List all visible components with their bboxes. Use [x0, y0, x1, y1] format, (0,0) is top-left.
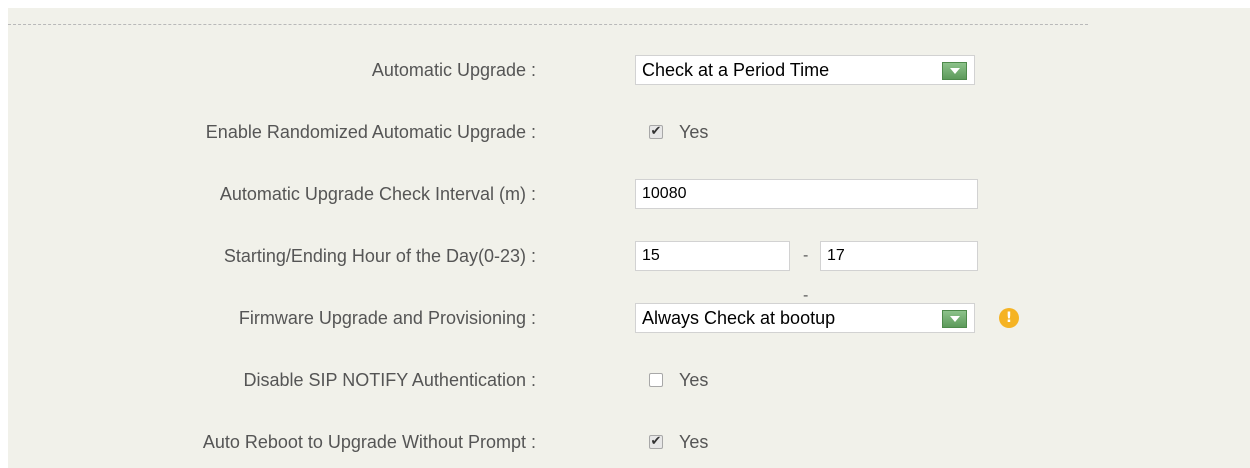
check-interval-row: Automatic Upgrade Check Interval (m) :	[8, 174, 1250, 214]
disable-sip-notify-row: Disable SIP NOTIFY Authentication : Yes	[8, 360, 1250, 400]
hour-range-separator: --	[803, 247, 809, 304]
firmware-provisioning-select[interactable]: Always Check at bootup	[635, 303, 975, 333]
auto-reboot-yes-label: Yes	[679, 432, 709, 452]
firmware-provisioning-row: Firmware Upgrade and Provisioning : Alwa…	[8, 298, 1250, 338]
exclamation-circle-icon[interactable]: !	[999, 308, 1019, 328]
auto-reboot-checkbox[interactable]: ✔	[649, 435, 663, 449]
dropdown-arrow-icon[interactable]	[942, 62, 967, 80]
section-divider	[8, 24, 1088, 25]
randomized-upgrade-yes-label: Yes	[679, 122, 709, 142]
check-interval-input[interactable]	[635, 179, 978, 209]
randomized-upgrade-checkbox[interactable]: ✔	[649, 125, 663, 139]
dropdown-arrow-icon[interactable]	[942, 310, 967, 328]
auto-reboot-row: Auto Reboot to Upgrade Without Prompt : …	[8, 422, 1250, 462]
randomized-upgrade-label: Enable Randomized Automatic Upgrade :	[205, 122, 536, 142]
hour-range-row: Starting/Ending Hour of the Day(0-23) : …	[8, 236, 1250, 304]
auto-reboot-label: Auto Reboot to Upgrade Without Prompt :	[202, 432, 536, 452]
hour-range-label: Starting/Ending Hour of the Day(0-23) :	[223, 246, 536, 266]
automatic-upgrade-row: Automatic Upgrade : Check at a Period Ti…	[8, 50, 1250, 90]
disable-sip-notify-label: Disable SIP NOTIFY Authentication :	[243, 370, 536, 390]
disable-sip-notify-checkbox[interactable]	[649, 373, 663, 387]
firmware-provisioning-value: Always Check at bootup	[642, 308, 836, 328]
end-hour-input[interactable]	[820, 241, 978, 271]
firmware-provisioning-label: Firmware Upgrade and Provisioning :	[238, 308, 536, 328]
randomized-upgrade-row: Enable Randomized Automatic Upgrade : ✔ …	[8, 112, 1250, 152]
automatic-upgrade-select[interactable]: Check at a Period Time	[635, 55, 975, 85]
check-interval-label: Automatic Upgrade Check Interval (m) :	[219, 184, 536, 204]
automatic-upgrade-value: Check at a Period Time	[642, 60, 830, 80]
start-hour-input[interactable]	[635, 241, 790, 271]
disable-sip-notify-yes-label: Yes	[679, 370, 709, 390]
settings-panel: Automatic Upgrade : Check at a Period Ti…	[8, 8, 1250, 468]
automatic-upgrade-label: Automatic Upgrade :	[371, 60, 536, 80]
